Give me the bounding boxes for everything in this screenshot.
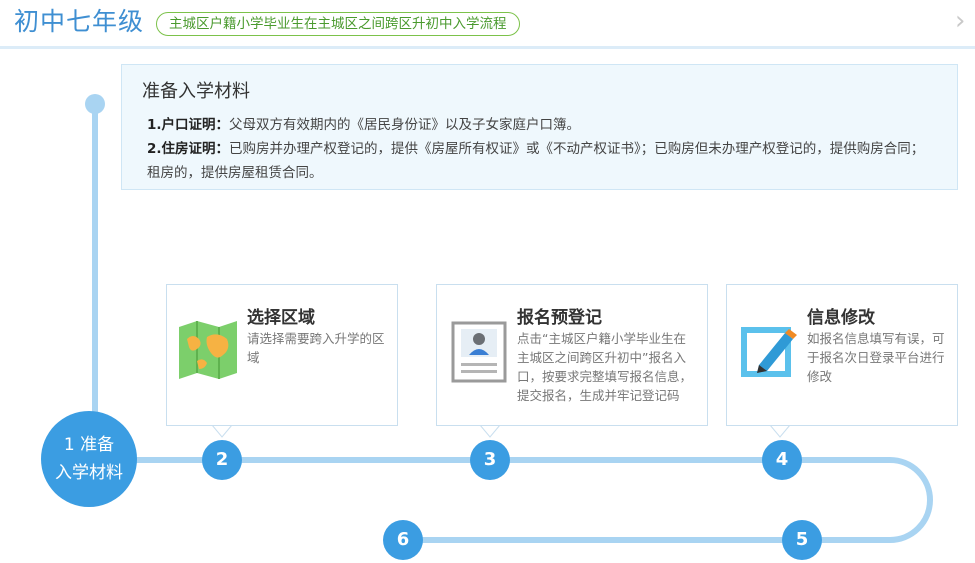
card-title: 选择区域 — [247, 308, 315, 328]
step-1-circle[interactable]: 1 准备 入学材料 — [41, 411, 137, 507]
card-pre-registration[interactable]: 报名预登记 点击“主城区户籍小学毕业生在主城区之间跨区升初中”报名入口，按要求完… — [436, 284, 708, 426]
id-card-icon — [451, 321, 507, 383]
item-label: 1.户口证明： — [147, 117, 230, 133]
housing-proof-item: 2.住房证明：已购房并办理产权登记的，提供《房屋所有权证》或《不动产权证书》；已… — [147, 137, 937, 185]
item-label: 2.住房证明： — [147, 141, 230, 157]
step-5-circle[interactable]: 5 — [782, 520, 822, 560]
materials-info-panel: 准备入学材料 1.户口证明：父母双方有效期内的《居民身份证》以及子女家庭户口簿。… — [121, 64, 958, 190]
card-description: 点击“主城区户籍小学毕业生在主城区之间跨区升初中”报名入口，按要求完整填写报名信… — [517, 331, 693, 403]
edit-icon — [741, 327, 797, 377]
card-title: 信息修改 — [807, 308, 875, 328]
step-4-circle[interactable]: 4 — [762, 440, 802, 480]
step-2-circle[interactable]: 2 — [202, 440, 242, 480]
step-6-circle[interactable]: 6 — [383, 520, 423, 560]
card-description: 如报名信息填写有误，可于报名次日登录平台进行修改 — [807, 331, 945, 384]
info-title: 准备入学材料 — [142, 81, 250, 102]
card-description: 请选择需要跨入升学的区域 — [247, 331, 385, 365]
map-icon — [179, 321, 237, 379]
step-3-circle[interactable]: 3 — [470, 440, 510, 480]
step-1-label: 1 准备 — [63, 435, 115, 455]
card-title: 报名预登记 — [517, 308, 602, 328]
item-text: 父母双方有效期内的《居民身份证》以及子女家庭户口簿。 — [229, 117, 581, 133]
card-select-region[interactable]: 选择区域 请选择需要跨入升学的区域 — [166, 284, 398, 426]
household-proof-item: 1.户口证明：父母双方有效期内的《居民身份证》以及子女家庭户口簿。 — [147, 113, 947, 137]
item-text: 已购房并办理产权登记的，提供《房屋所有权证》或《不动产权证书》；已购房但未办理产… — [147, 141, 925, 181]
step-1-sublabel: 入学材料 — [55, 463, 123, 483]
card-edit-info[interactable]: 信息修改 如报名信息填写有误，可于报名次日登录平台进行修改 — [726, 284, 958, 426]
